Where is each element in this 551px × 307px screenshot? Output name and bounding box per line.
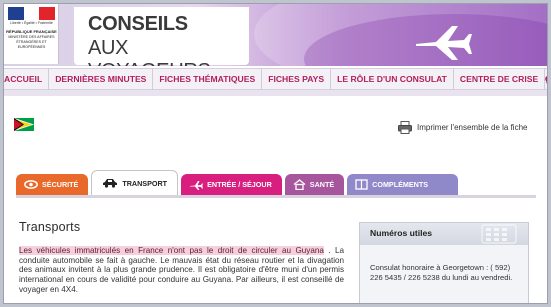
ministry-logo[interactable]: Liberté • Égalité • Fraternité RÉPUBLIQU… (4, 4, 59, 64)
section-heading: Transports (19, 220, 81, 234)
ministry-label: Ministère des Affaires étrangères et eur… (8, 35, 55, 49)
book-icon (355, 179, 368, 190)
tab-transport[interactable]: TRANSPORT (91, 170, 179, 195)
car-icon (103, 179, 118, 188)
site-title-line2: AUX VOYAGEURS (88, 37, 211, 66)
nav-item-centre-de-crise[interactable]: CENTRE DE CRISE (454, 68, 546, 90)
print-link[interactable]: Imprimer l'ensemble de la fiche (398, 121, 527, 134)
house-icon (293, 179, 306, 190)
tab-label: SANTÉ (309, 180, 335, 189)
airplane-icon (416, 26, 472, 60)
nav-item-role-consulat[interactable]: LE RÔLE D'UN CONSULAT (331, 68, 454, 90)
nav-item-accueil[interactable]: ACCUEIL (4, 68, 50, 90)
transport-paragraph: Les véhicules immatriculés en France n'o… (19, 246, 344, 295)
eye-icon[interactable] (545, 68, 547, 90)
plane-icon (190, 180, 204, 190)
nav-item-fiches-pays[interactable]: FICHES PAYS (262, 68, 332, 90)
motto: Liberté • Égalité • Fraternité (10, 21, 53, 25)
nav-item-fiches-thematiques[interactable]: FICHES THÉMATIQUES (153, 68, 263, 90)
header-banner: Liberté • Égalité • Fraternité RÉPUBLIQU… (4, 4, 547, 66)
tab-sante[interactable]: SANTÉ (284, 174, 345, 195)
highlighted-text: Les véhicules immatriculés en France n'o… (19, 246, 324, 255)
useful-numbers-title-text: Numéros utiles (370, 228, 433, 238)
tab-label: SÉCURITÉ (42, 180, 79, 189)
phone-keypad-icon (481, 224, 517, 244)
tab-entree-sejour[interactable]: ENTRÉE / SÉJOUR (181, 174, 282, 195)
eye-icon (24, 180, 38, 189)
tab-securite[interactable]: SÉCURITÉ (16, 174, 89, 195)
tab-label: TRANSPORT (122, 178, 168, 188)
site-title[interactable]: CONSEILS AUX VOYAGEURS (74, 7, 249, 66)
french-flag-icon (8, 7, 56, 20)
tabs-underline (16, 195, 536, 198)
tab-label: COMPLÉMENTS (372, 180, 429, 189)
nav-item-dernieres-minutes[interactable]: DERNIÈRES MINUTES (49, 68, 154, 90)
main-navigation: ACCUEIL DERNIÈRES MINUTES FICHES THÉMATI… (4, 68, 547, 90)
print-label: Imprimer l'ensemble de la fiche (417, 123, 528, 132)
printer-icon (398, 121, 412, 134)
republic-label: RÉPUBLIQUE FRANÇAISE (6, 29, 57, 34)
tab-complements[interactable]: COMPLÉMENTS (347, 174, 459, 195)
page-frame: Liberté • Égalité • Fraternité RÉPUBLIQU… (3, 3, 548, 304)
useful-numbers-text: Consulat honoraire à Georgetown : ( 592)… (370, 263, 513, 282)
nav-underbar (4, 90, 547, 96)
section-tabs: SÉCURITÉ TRANSPORT ENTRÉE / SÉJOUR SANTÉ (16, 170, 459, 196)
site-title-line1: CONSEILS (88, 13, 188, 35)
useful-numbers-title: Numéros utiles (360, 223, 528, 245)
useful-numbers-box: Numéros utiles Consulat honoraire à Geor… (359, 222, 529, 303)
guyana-flag-icon (14, 118, 34, 131)
tab-label: ENTRÉE / SÉJOUR (207, 180, 272, 189)
